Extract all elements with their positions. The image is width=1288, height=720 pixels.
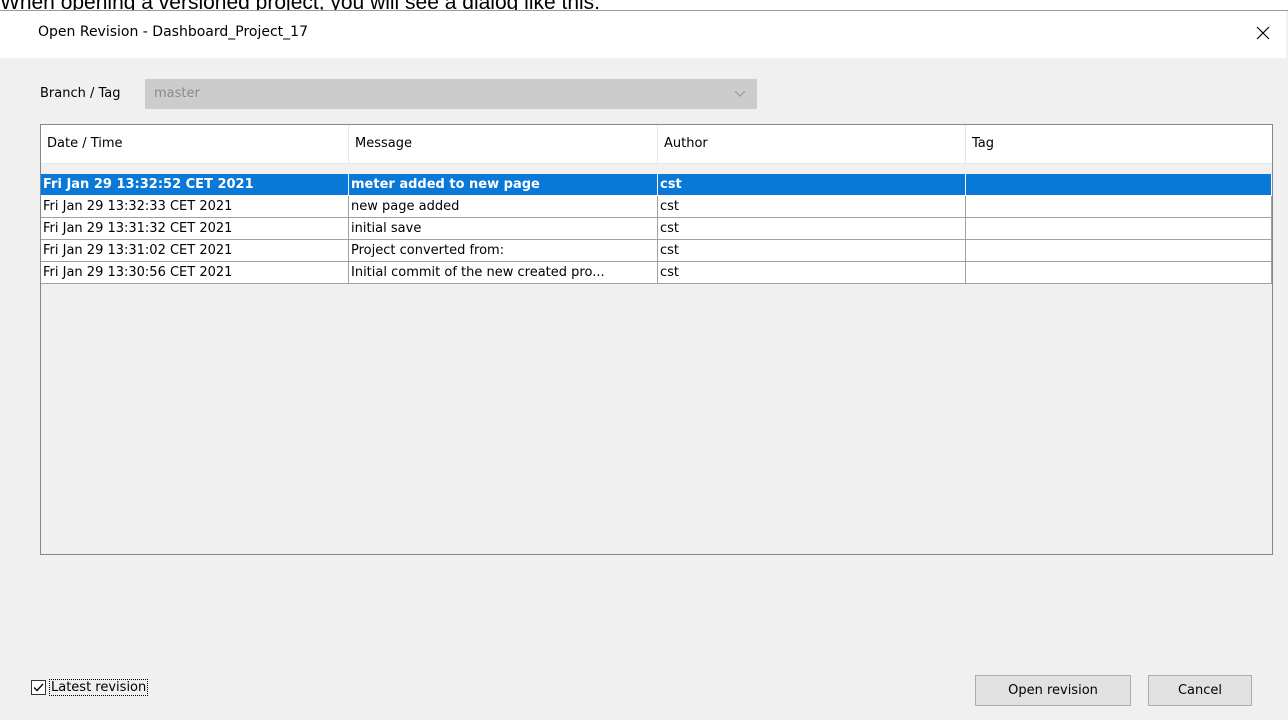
cell-message: Initial commit of the new created pro... [349,262,658,284]
close-icon [1256,26,1270,40]
cell-date: Fri Jan 29 13:31:32 CET 2021 [41,218,349,240]
cell-author: cst [658,196,966,218]
cell-message: Project converted from: [349,240,658,262]
cell-author: cst [658,262,966,284]
dialog-title: Open Revision - Dashboard_Project_17 [38,24,308,40]
cell-date: Fri Jan 29 13:30:56 CET 2021 [41,262,349,284]
branch-tag-value: master [154,86,200,101]
cell-message: new page added [349,196,658,218]
column-header-tag[interactable]: Tag [966,125,1272,163]
table-header: Date / Time Message Author Tag [41,125,1272,164]
title-bar: Open Revision - Dashboard_Project_17 [0,11,1286,58]
latest-revision-label[interactable]: Latest revision [48,679,149,696]
chevron-down-icon [734,90,746,97]
cell-date: Fri Jan 29 13:32:52 CET 2021 [41,174,349,196]
table-row[interactable]: Fri Jan 29 13:31:02 CET 2021 Project con… [41,240,1272,262]
table-row[interactable]: Fri Jan 29 13:31:32 CET 2021 initial sav… [41,218,1272,240]
cell-tag [966,240,1272,262]
revision-table[interactable]: Date / Time Message Author Tag Fri Jan 2… [40,124,1273,555]
cell-tag [966,262,1272,284]
column-header-message[interactable]: Message [349,125,658,163]
cell-tag [966,196,1272,218]
table-row[interactable]: Fri Jan 29 13:30:56 CET 2021 Initial com… [41,262,1272,284]
table-row[interactable]: Fri Jan 29 13:32:33 CET 2021 new page ad… [41,196,1272,218]
branch-tag-select[interactable]: master [145,79,757,109]
table-row[interactable]: Fri Jan 29 13:32:52 CET 2021 meter added… [41,174,1272,196]
cell-author: cst [658,174,966,196]
column-header-date[interactable]: Date / Time [41,125,349,163]
open-revision-button[interactable]: Open revision [975,675,1131,706]
cell-tag [966,174,1272,196]
cancel-button[interactable]: Cancel [1148,675,1252,706]
close-button[interactable] [1240,11,1286,55]
cell-date: Fri Jan 29 13:32:33 CET 2021 [41,196,349,218]
cell-author: cst [658,240,966,262]
cell-date: Fri Jan 29 13:31:02 CET 2021 [41,240,349,262]
cell-message: meter added to new page [349,174,658,196]
cell-message: initial save [349,218,658,240]
cell-tag [966,218,1272,240]
open-revision-dialog: Open Revision - Dashboard_Project_17 Bra… [0,10,1288,720]
column-header-author[interactable]: Author [658,125,966,163]
cell-author: cst [658,218,966,240]
branch-tag-label: Branch / Tag [40,86,121,101]
latest-revision-checkbox[interactable]: Latest revision [31,679,149,696]
checkbox-box[interactable] [31,680,46,695]
checkmark-icon [33,683,44,692]
